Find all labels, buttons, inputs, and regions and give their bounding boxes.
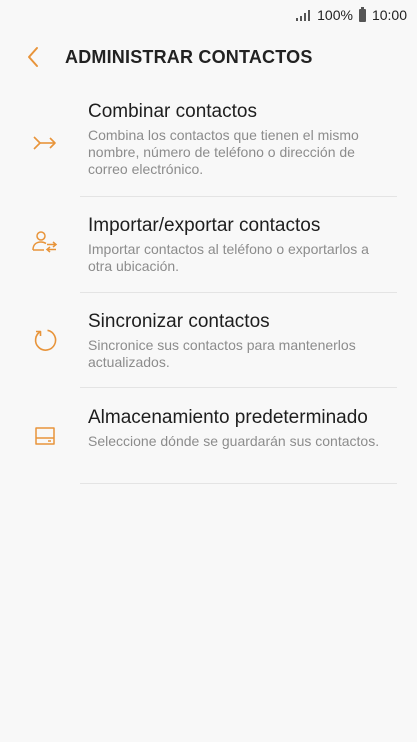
item-description: Combina los contactos que tienen el mism… [88,127,359,177]
item-description: Sincronice sus contactos para mantenerlo… [88,337,356,370]
item-title: Combinar contactos [88,101,257,122]
item-description: Seleccione dónde se guardarán sus contac… [88,433,380,449]
import-export-icon [30,226,60,256]
battery-icon [358,6,366,22]
app-bar: ADMINISTRAR CONTACTOS [0,36,417,78]
sync-icon [30,325,60,355]
page-title: ADMINISTRAR CONTACTOS [65,46,313,67]
divider [80,196,397,197]
battery-percent: 100% [317,7,353,23]
chevron-left-icon [28,47,38,67]
list-item-sync-contacts[interactable]: Sincronizar contactos Sincronice sus con… [0,310,417,380]
item-title: Sincronizar contactos [88,311,270,332]
item-title: Importar/exportar contactos [88,215,321,236]
storage-icon [30,421,60,451]
list-item-default-storage[interactable]: Almacenamiento predeterminado Seleccione… [0,406,417,476]
merge-icon [30,128,60,158]
item-description: Importar contactos al teléfono o exporta… [88,241,369,274]
signal-icon [295,9,311,21]
list-item-import-export[interactable]: Importar/exportar contactos Importar con… [0,214,417,284]
divider [80,387,397,388]
divider [80,483,397,484]
clock: 10:00 [371,7,407,23]
back-button[interactable] [13,37,53,77]
list-item-merge-contacts[interactable]: Combinar contactos Combina los contactos… [0,100,417,190]
divider [80,292,397,293]
status-bar: 100% 10:00 [0,0,417,30]
item-title: Almacenamiento predeterminado [88,407,368,428]
